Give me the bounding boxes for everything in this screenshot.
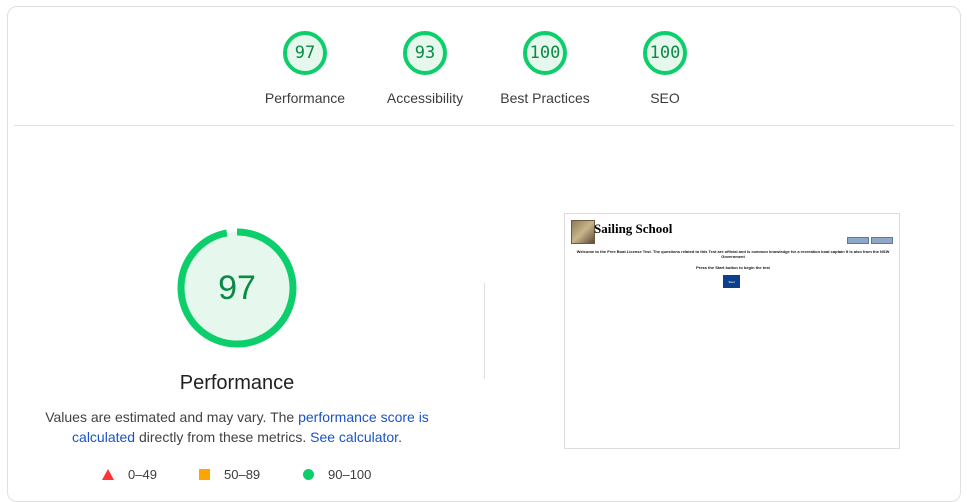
section-divider bbox=[14, 125, 954, 126]
gauge-performance[interactable]: 97 Performance bbox=[245, 31, 365, 106]
gauge-seo[interactable]: 100 SEO bbox=[605, 31, 725, 106]
desc-text-1: Values are estimated and may vary. The bbox=[45, 409, 299, 425]
circle-icon bbox=[303, 469, 314, 480]
site-intro-text: Welcome to the Free Boat License Test. T… bbox=[576, 249, 890, 259]
gauge-performance-label: Performance bbox=[264, 90, 346, 106]
site-header-buttons bbox=[847, 237, 893, 244]
site-instruction-text: Press the Start button to begin the test bbox=[696, 265, 770, 270]
legend-average: 50–89 bbox=[199, 467, 260, 482]
site-logo-image bbox=[571, 220, 595, 244]
performance-description: Values are estimated and may vary. The p… bbox=[32, 407, 442, 447]
report-card: 97 Performance 93 Accessibility 100 Best… bbox=[7, 6, 961, 502]
gauge-accessibility[interactable]: 93 Accessibility bbox=[365, 31, 485, 106]
desc-text-3: . bbox=[398, 429, 402, 445]
final-screenshot[interactable]: Sailing School Welcome to the Free Boat … bbox=[564, 213, 900, 449]
performance-main-gauge: 97 bbox=[177, 228, 297, 348]
legend-fail: 0–49 bbox=[102, 467, 157, 482]
triangle-icon bbox=[102, 469, 114, 480]
gauge-seo-label: SEO bbox=[650, 90, 680, 106]
square-icon bbox=[199, 469, 210, 480]
see-calculator-link[interactable]: See calculator bbox=[310, 429, 398, 445]
site-title: Sailing School bbox=[594, 221, 673, 236]
gauge-accessibility-label: Accessibility bbox=[386, 90, 464, 106]
site-button-2 bbox=[871, 237, 893, 244]
legend-pass: 90–100 bbox=[303, 467, 371, 482]
legend-average-range: 50–89 bbox=[224, 467, 261, 482]
score-legend: 0–49 50–89 90–100 bbox=[8, 467, 488, 487]
gauge-performance-score: 97 bbox=[283, 31, 327, 75]
desc-text-2: directly from these metrics. bbox=[135, 429, 311, 445]
legend-fail-range: 0–49 bbox=[128, 467, 157, 482]
gauge-accessibility-score: 93 bbox=[403, 31, 447, 75]
gauge-best-practices-label: Best Practices bbox=[500, 90, 590, 106]
site-start-button: Start bbox=[723, 275, 740, 288]
performance-main-score: 97 bbox=[218, 268, 256, 307]
performance-title: Performance bbox=[179, 372, 295, 394]
legend-pass-range: 90–100 bbox=[328, 467, 372, 482]
gauge-seo-score: 100 bbox=[643, 31, 687, 75]
vertical-divider bbox=[484, 283, 485, 379]
site-button-1 bbox=[847, 237, 869, 244]
category-gauges: 97 Performance 93 Accessibility 100 Best… bbox=[8, 7, 960, 125]
gauge-best-practices-score: 100 bbox=[523, 31, 567, 75]
gauge-best-practices[interactable]: 100 Best Practices bbox=[485, 31, 605, 106]
